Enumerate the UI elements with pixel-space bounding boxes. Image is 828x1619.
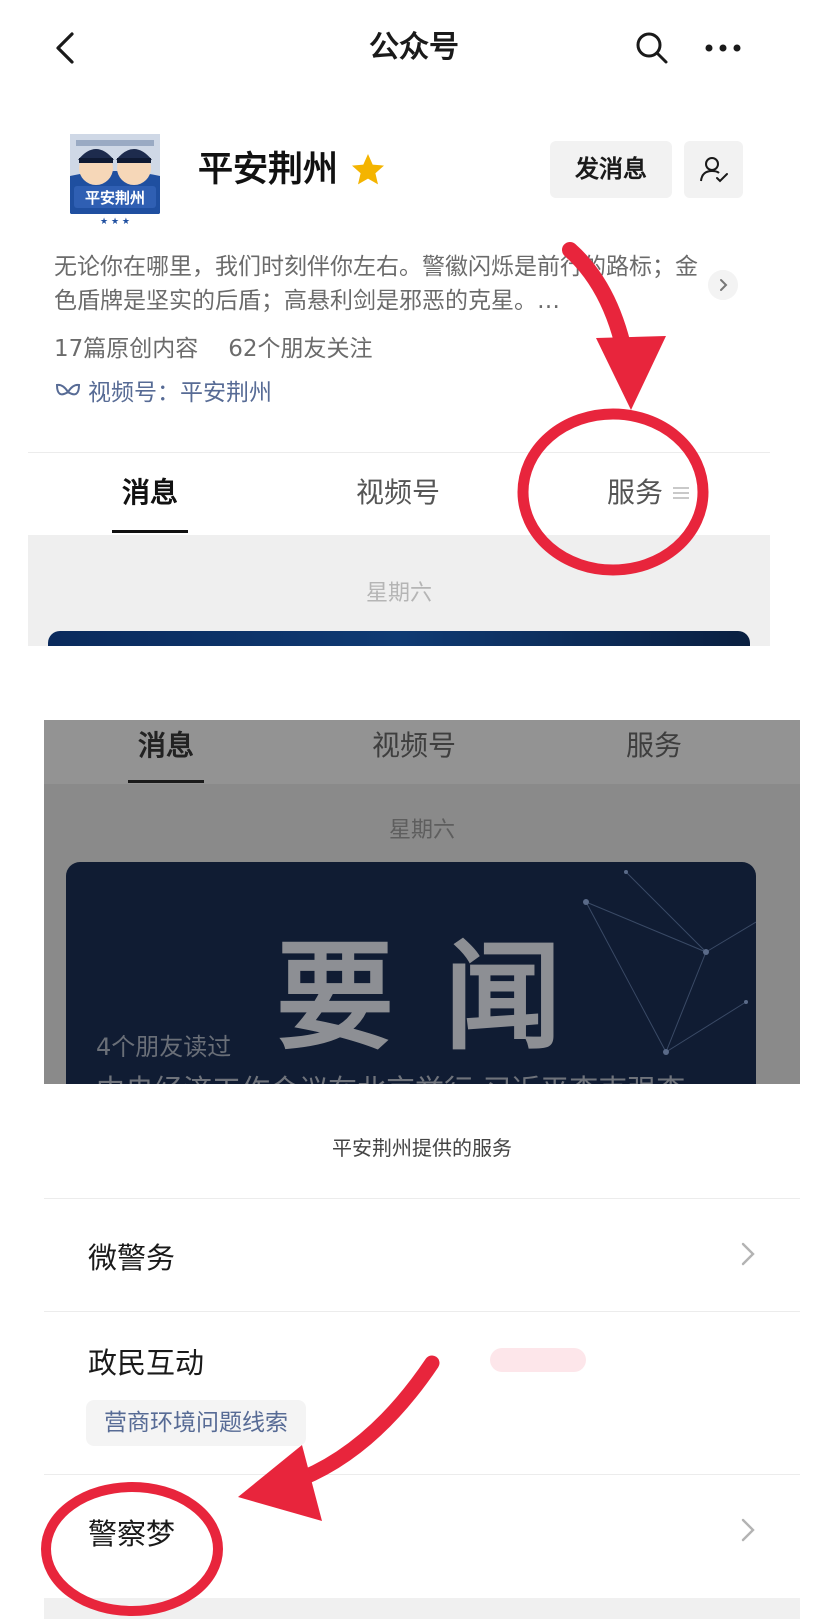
svg-text:平安荆州: 平安荆州 [85, 189, 145, 207]
service-label: 警察梦 [88, 1517, 176, 1551]
dimmed-tab-indicator [128, 780, 204, 783]
search-icon[interactable] [632, 28, 672, 68]
service-label: 微警务 [88, 1241, 176, 1275]
account-stats: 17篇原创内容 62个朋友关注 [54, 332, 373, 366]
account-avatar[interactable]: 平安荆州 ★ ★ ★ [52, 106, 178, 232]
service-label: 政民互动 [88, 1346, 205, 1380]
tab-channels[interactable]: 视频号 [328, 453, 468, 535]
chevron-right-icon [741, 1242, 755, 1266]
blurred-badge [490, 1348, 586, 1372]
user-check-icon [700, 157, 728, 183]
tab-services[interactable]: 服务 [578, 453, 718, 535]
bottom-strip [44, 1598, 800, 1619]
account-profile-screen: 公众号 平安荆州 ★ ★ ★ 平安荆州 发消息 无论你在哪里，我们时刻伴你左右。… [0, 0, 828, 646]
news-headline: 要闻 [276, 927, 613, 1066]
police-avatar-icon: 平安荆州 ★ ★ ★ [52, 106, 178, 232]
tab-services-label: 服务 [606, 476, 663, 509]
original-count: 17篇原创内容 [54, 336, 199, 362]
news-article-card: 要闻 4个朋友读过 中央经济工作会议在北京举行 习近平李克强李 [66, 862, 756, 1084]
dimmed-tab-channels: 视频号 [371, 729, 456, 762]
account-description: 无论你在哪里，我们时刻伴你左右。警徽闪烁是前行的路标；金色盾牌是坚实的后盾；高悬… [54, 254, 698, 314]
more-icon[interactable] [702, 28, 744, 68]
follow-status-button[interactable] [684, 141, 743, 198]
channel-label: 视频号：平安荆州 [88, 380, 272, 406]
service-item-jingchameng[interactable]: 警察梦 [44, 1475, 800, 1585]
service-item-zhengmin[interactable]: 政民互动 营商环境问题线索 [44, 1312, 800, 1474]
sheet-title: 平安荆州提供的服务 [332, 1136, 512, 1160]
services-bottom-sheet: 平安荆州提供的服务 微警务 政民互动 营商环境问题线索 警察梦 [44, 1084, 800, 1619]
send-message-button[interactable]: 发消息 [550, 141, 672, 198]
tab-bar: 消息 视频号 服务 [28, 453, 770, 535]
channel-link[interactable]: 视频号：平安荆州 [54, 376, 272, 410]
chevron-right-icon [741, 1518, 755, 1542]
feed-date: 星期六 [365, 581, 432, 606]
friends-following-count[interactable]: 62个朋友关注 [228, 336, 372, 362]
account-name: 平安荆州 [198, 150, 339, 190]
dimmed-background[interactable]: 消息 视频号 服务 星期六 要闻 4个朋友读过 [44, 720, 800, 1084]
news-title: 中央经济工作会议在北京举行 习近平李克强李 [96, 1067, 685, 1084]
channels-icon [55, 383, 81, 396]
service-item-weijingwu[interactable]: 微警务 [44, 1199, 800, 1311]
message-feed: 星期六 [28, 535, 770, 646]
chevron-right-icon[interactable] [708, 270, 738, 300]
tab-messages[interactable]: 消息 [100, 453, 200, 535]
dimmed-feed-date: 星期六 [388, 818, 455, 843]
active-tab-indicator [112, 530, 188, 533]
nav-bar: 公众号 [0, 0, 828, 96]
svg-text:★ ★ ★: ★ ★ ★ [100, 217, 130, 227]
verified-star-icon [352, 154, 384, 185]
services-sheet-screen: 消息 视频号 服务 星期六 要闻 4个朋友读过 平安荆州提供的服务 微警务 政民… [44, 720, 800, 1619]
dimmed-tab-services: 服务 [625, 729, 682, 762]
dimmed-tab-messages: 消息 [137, 729, 194, 762]
service-tag[interactable]: 营商环境问题线索 [86, 1400, 306, 1446]
friends-read-count: 4个朋友读过 [96, 1033, 232, 1061]
article-card-preview[interactable] [48, 631, 750, 646]
dimmed-tab-bar: 消息 视频号 服务 [44, 720, 800, 784]
menu-icon [673, 487, 689, 499]
